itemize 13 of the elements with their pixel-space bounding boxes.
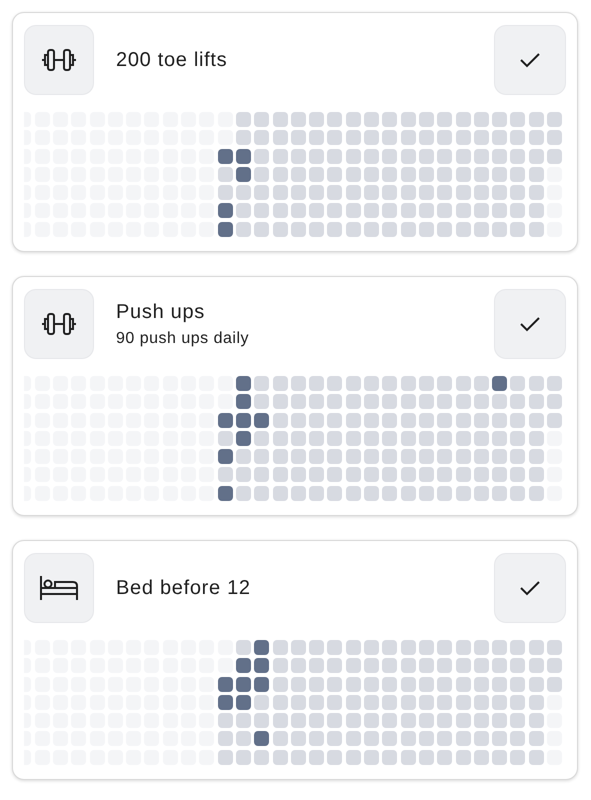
check-button[interactable] <box>494 289 566 359</box>
habit-title: Bed before 12 <box>116 576 252 600</box>
dumbbell-icon <box>24 25 94 95</box>
check-button[interactable] <box>494 25 566 95</box>
check-icon <box>519 51 541 69</box>
habit-title: Push ups <box>116 300 206 324</box>
check-button[interactable] <box>494 553 566 623</box>
check-icon <box>519 315 541 333</box>
habit-title: 200 toe lifts <box>116 48 228 72</box>
check-icon <box>519 579 541 597</box>
dumbbell-icon <box>24 289 94 359</box>
habit-description: 90 push ups daily <box>116 330 250 348</box>
bed-icon <box>24 553 94 623</box>
